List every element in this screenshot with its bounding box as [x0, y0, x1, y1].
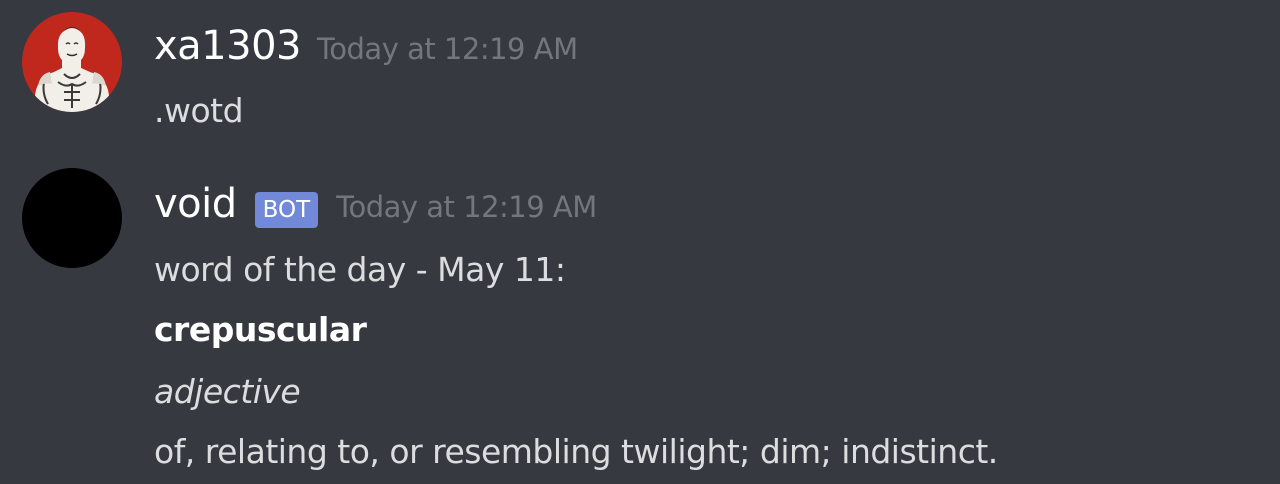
message-text-italic: adjective	[154, 372, 301, 411]
user-avatar[interactable]	[22, 168, 122, 268]
timestamp[interactable]: Today at 12:19 AM	[317, 25, 578, 73]
message-header: xa1303 Today at 12:19 AM	[154, 22, 578, 73]
message-text: word of the day - May 11:	[154, 250, 566, 289]
username[interactable]: xa1303	[154, 22, 301, 70]
username[interactable]: void	[154, 180, 237, 228]
chat-messages: xa1303 Today at 12:19 AM .wotd void BOT …	[0, 0, 1280, 484]
message-text: .wotd	[154, 91, 244, 130]
bodybuilder-avatar-icon	[22, 12, 122, 112]
message-text: of, relating to, or resembling twilight;…	[154, 432, 998, 471]
timestamp[interactable]: Today at 12:19 AM	[336, 183, 597, 231]
bot-badge: BOT	[254, 191, 319, 228]
message-header: void BOT Today at 12:19 AM	[154, 180, 597, 231]
user-avatar[interactable]	[22, 12, 122, 112]
message-text-bold: crepuscular	[154, 310, 367, 349]
